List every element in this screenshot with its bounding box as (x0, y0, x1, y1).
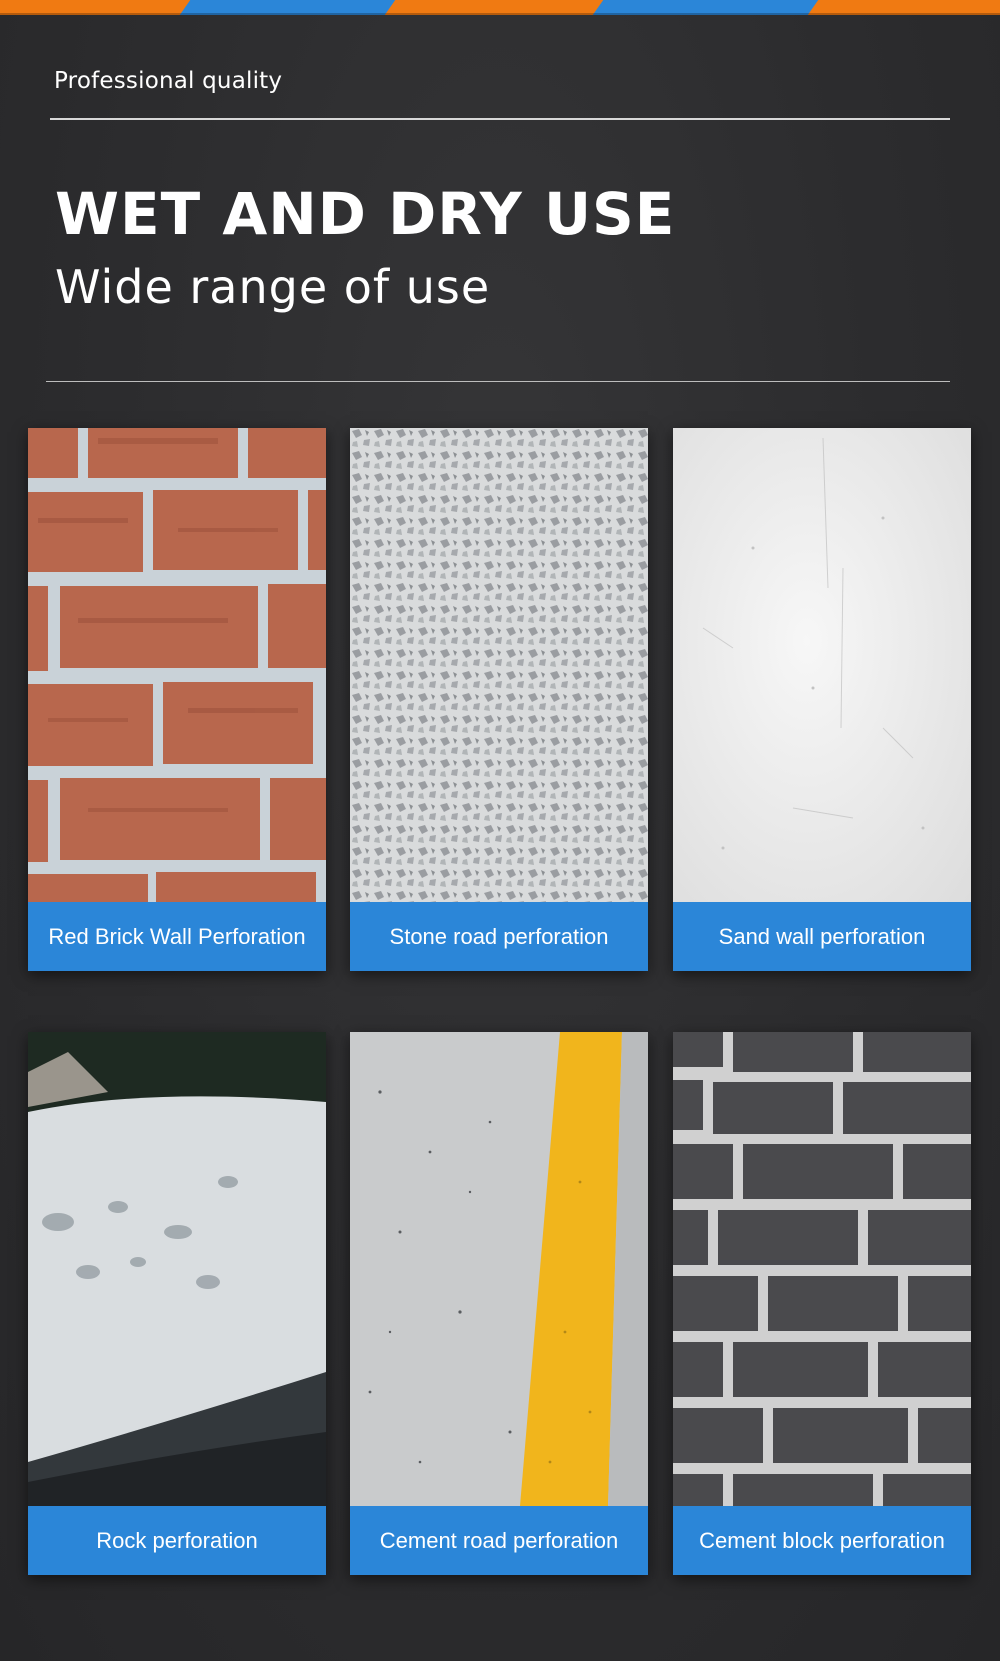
surface-card: Red Brick Wall Perforation (28, 428, 326, 971)
red-brick-wall-photo (28, 428, 326, 902)
surface-label: Rock perforation (28, 1506, 326, 1575)
page-title: WET AND DRY USE (55, 180, 676, 248)
stone-road-photo (350, 428, 648, 902)
surface-card: Cement road perforation (350, 1032, 648, 1575)
sand-wall-photo (673, 428, 971, 902)
surface-label: Sand wall perforation (673, 902, 971, 971)
surface-label: Red Brick Wall Perforation (28, 902, 326, 971)
surface-card: Sand wall perforation (673, 428, 971, 971)
surface-label: Stone road perforation (350, 902, 648, 971)
surface-card: Rock perforation (28, 1032, 326, 1575)
page-subtitle: Wide range of use (55, 260, 491, 314)
top-strip-blue-segment (592, 0, 819, 15)
cement-road-photo (350, 1032, 648, 1506)
surface-label: Cement road perforation (350, 1506, 648, 1575)
top-color-strip (0, 0, 1000, 15)
surface-card: Cement block perforation (673, 1032, 971, 1575)
cement-block-photo (673, 1032, 971, 1506)
rock-photo (28, 1032, 326, 1506)
surface-card: Stone road perforation (350, 428, 648, 971)
tagline: Professional quality (54, 68, 283, 94)
divider (50, 118, 950, 120)
divider (46, 381, 950, 382)
top-strip-blue-segment (179, 0, 396, 15)
surface-label: Cement block perforation (673, 1506, 971, 1575)
